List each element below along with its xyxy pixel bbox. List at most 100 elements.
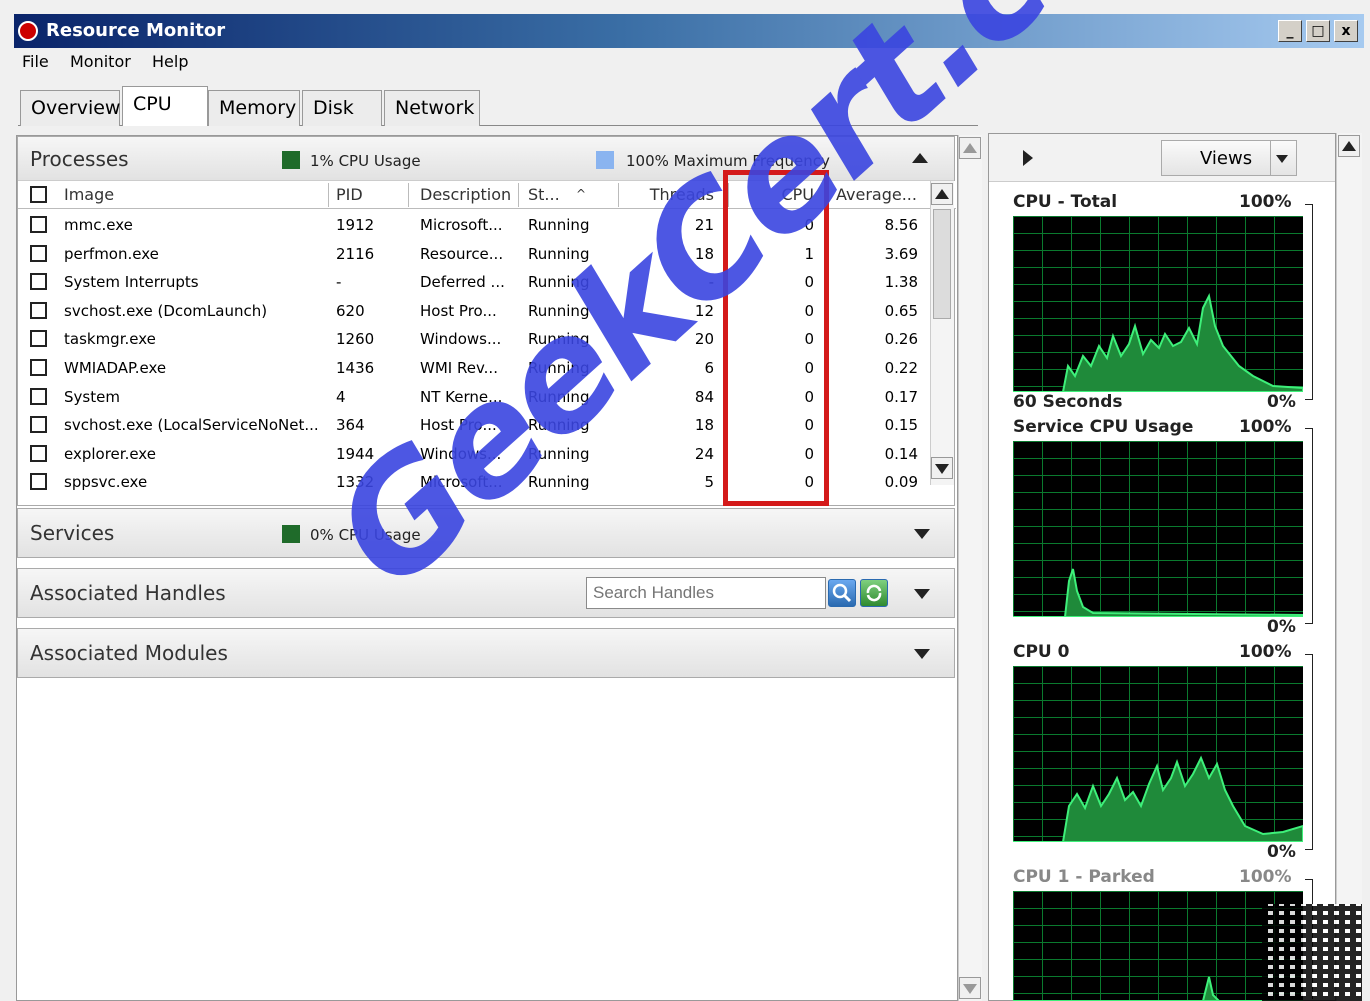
views-label: Views	[1200, 148, 1253, 169]
refresh-icon[interactable]	[860, 579, 888, 607]
menu-help[interactable]: Help	[152, 52, 188, 71]
graph-title-cpu-total: CPU - Total	[1013, 192, 1118, 212]
table-cell: 0.17	[884, 387, 918, 406]
graph-max-pct: 100%	[1239, 417, 1292, 437]
table-cell: 1912	[336, 216, 375, 234]
close-button[interactable]: x	[1334, 20, 1358, 42]
table-cell: 8.56	[884, 216, 918, 234]
table-cell: 1436	[336, 359, 375, 377]
table-cell: Running	[528, 359, 590, 377]
scroll-up-button[interactable]	[959, 137, 981, 159]
search-handles-input[interactable]	[586, 577, 826, 609]
expand-arrow-icon[interactable]	[914, 589, 930, 599]
views-divider	[1270, 141, 1271, 175]
table-cell: explorer.exe	[64, 444, 156, 463]
scroll-down-button[interactable]	[959, 977, 981, 999]
graph-max-pct: 100%	[1239, 192, 1292, 212]
table-cell: 0.15	[884, 416, 918, 435]
col-threads[interactable]: Threads	[628, 185, 714, 204]
graph-scale-bracket	[1305, 428, 1313, 624]
row-checkbox[interactable]	[30, 330, 47, 348]
row-checkbox[interactable]	[30, 216, 47, 233]
graph-scale-bracket	[1305, 654, 1313, 850]
table-cell: svchost.exe (DcomLaunch)	[64, 301, 268, 320]
table-cell: Running	[528, 216, 590, 234]
table-cell: Running	[528, 473, 590, 492]
col-status[interactable]: St...	[528, 185, 560, 204]
scroll-up-button[interactable]	[1338, 135, 1360, 157]
col-average-cpu[interactable]: Average...	[836, 185, 917, 204]
table-cell: Running	[528, 387, 590, 406]
column-divider[interactable]	[408, 183, 409, 207]
maximize-button[interactable]: □	[1306, 20, 1330, 42]
table-cell: 5	[704, 473, 714, 492]
views-button[interactable]: Views	[1161, 140, 1297, 176]
row-checkbox[interactable]	[30, 273, 47, 291]
table-cell: 0.22	[884, 359, 918, 377]
row-checkbox[interactable]	[30, 301, 47, 319]
tab-network[interactable]: Network	[384, 90, 480, 126]
scroll-down-button[interactable]	[931, 457, 953, 479]
services-section[interactable]: Services 0% CPU Usage	[17, 508, 955, 558]
row-checkbox[interactable]	[30, 444, 47, 462]
processes-title: Processes	[30, 147, 129, 171]
column-divider[interactable]	[328, 183, 329, 207]
scroll-thumb[interactable]	[933, 209, 951, 319]
table-cell: Running	[528, 301, 590, 320]
table-cell: 6	[704, 359, 714, 377]
handles-section[interactable]: Associated Handles	[17, 568, 955, 618]
right-pane: Views CPU - Total 100% 60 Seconds 0% Ser…	[988, 133, 1336, 1001]
table-cell: Running	[528, 244, 590, 263]
row-checkbox[interactable]	[30, 359, 47, 376]
expand-arrow-icon[interactable]	[914, 649, 930, 659]
graph-min-pct: 0%	[1267, 392, 1296, 412]
menu-file[interactable]: File	[22, 52, 49, 71]
table-cell: 18	[694, 416, 714, 435]
processes-scrollbar[interactable]	[930, 181, 954, 485]
table-cell: System Interrupts	[64, 273, 199, 292]
row-checkbox[interactable]	[30, 473, 47, 491]
col-pid[interactable]: PID	[336, 185, 363, 204]
table-cell: 0.26	[884, 330, 918, 349]
tab-overview[interactable]: Overview	[20, 90, 120, 126]
table-cell: WMIADAP.exe	[64, 359, 167, 377]
table-cell: svchost.exe (LocalServiceNoNet...	[64, 416, 319, 435]
cpu-0-trace	[1013, 755, 1303, 842]
col-image[interactable]: Image	[64, 185, 114, 204]
right-pane-scrollbar[interactable]	[1336, 133, 1362, 1001]
expand-arrow-icon[interactable]	[914, 529, 930, 539]
col-description[interactable]: Description	[420, 185, 511, 204]
table-cell: mmc.exe	[64, 216, 133, 234]
chevron-down-icon	[1276, 155, 1288, 163]
tab-strip: Overview CPU Memory Disk Network	[18, 84, 978, 126]
tab-memory[interactable]: Memory	[208, 90, 300, 126]
cpu-total-trace	[1013, 292, 1303, 392]
tab-disk[interactable]: Disk	[302, 90, 382, 126]
scroll-up-button[interactable]	[931, 183, 953, 205]
collapse-arrow-icon[interactable]	[912, 153, 928, 163]
collapse-pane-icon[interactable]	[1023, 150, 1033, 166]
table-cell: Running	[528, 416, 590, 435]
handles-title: Associated Handles	[30, 581, 226, 605]
menu-monitor[interactable]: Monitor	[70, 52, 131, 71]
table-cell: Microsoft...	[420, 473, 503, 492]
table-cell: taskmgr.exe	[64, 330, 156, 349]
table-cell: Host Pro...	[420, 301, 497, 320]
table-cell: 18	[694, 244, 714, 263]
row-checkbox[interactable]	[30, 244, 47, 262]
table-cell: Windows...	[420, 444, 502, 463]
table-cell: NT Kerne...	[420, 387, 503, 406]
modules-section[interactable]: Associated Modules	[17, 628, 955, 678]
column-divider[interactable]	[518, 183, 519, 207]
column-divider[interactable]	[618, 183, 619, 207]
left-pane-scrollbar[interactable]	[958, 135, 982, 1001]
tab-cpu[interactable]: CPU	[122, 86, 208, 126]
table-cell: Resource...	[420, 244, 504, 263]
minimize-button[interactable]: _	[1278, 20, 1302, 42]
row-checkbox[interactable]	[30, 416, 47, 434]
row-checkbox[interactable]	[30, 387, 47, 405]
select-all-checkbox[interactable]	[30, 186, 47, 203]
search-icon[interactable]	[828, 579, 856, 607]
table-cell: 0.09	[884, 473, 918, 492]
services-cpu-usage: 0% CPU Usage	[310, 526, 421, 544]
